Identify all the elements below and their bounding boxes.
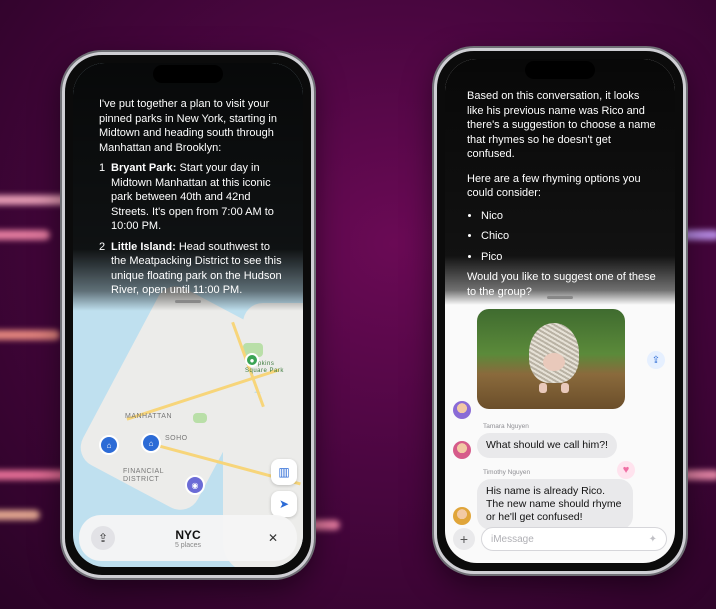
message-bubble[interactable]: His name is already Rico. The new name s… bbox=[477, 479, 633, 530]
map-label-financial: FINANCIAL DISTRICT bbox=[123, 468, 164, 483]
hedgehog-leg bbox=[539, 383, 547, 393]
panel-grabber[interactable] bbox=[547, 296, 573, 299]
park-area bbox=[193, 413, 207, 423]
left-phone: MANHATTAN Tompkins Square Park SOHO FINA… bbox=[62, 52, 314, 578]
light-streak bbox=[0, 330, 60, 340]
assistant-response-panel: Based on this conversation, it looks lik… bbox=[445, 59, 675, 305]
item-number: 2 bbox=[99, 240, 106, 253]
heart-reaction-icon[interactable]: ♥ bbox=[617, 461, 635, 479]
dynamic-island bbox=[153, 65, 223, 83]
light-streak bbox=[0, 230, 50, 240]
hedgehog-face bbox=[543, 353, 565, 371]
close-icon[interactable]: ✕ bbox=[261, 526, 285, 550]
map-pin-icon[interactable]: ⌂ bbox=[99, 435, 119, 455]
assistant-options-intro: Here are a few rhyming options you could… bbox=[467, 172, 641, 200]
sender-name: Tamara Nguyen bbox=[483, 423, 529, 430]
share-icon[interactable]: ⇪ bbox=[91, 526, 115, 550]
name-option: Nico bbox=[481, 209, 657, 224]
map-pin-icon[interactable]: ● bbox=[245, 353, 259, 367]
message-bubble[interactable]: What should we call him?! bbox=[477, 433, 617, 458]
hedgehog-photo[interactable] bbox=[477, 309, 625, 409]
light-streak bbox=[0, 510, 40, 520]
dynamic-island bbox=[525, 61, 595, 79]
item-title: Little Island: bbox=[111, 240, 176, 253]
card-title: NYC bbox=[175, 527, 201, 542]
microphone-icon[interactable]: ✦ bbox=[649, 534, 657, 545]
sender-name: Timothy Nguyen bbox=[483, 469, 531, 476]
item-title: Bryant Park: bbox=[111, 162, 177, 174]
compose-bar: + iMessage ✦ bbox=[453, 525, 667, 553]
plus-icon[interactable]: + bbox=[453, 528, 475, 550]
hedgehog-leg bbox=[561, 383, 569, 393]
plan-item: 1 Bryant Park: Start your day in Midtown… bbox=[99, 161, 283, 234]
avatar[interactable] bbox=[453, 441, 471, 459]
save-photo-icon[interactable]: ⇪ bbox=[647, 351, 665, 369]
panel-grabber[interactable] bbox=[175, 300, 201, 303]
maps-screen: MANHATTAN Tompkins Square Park SOHO FINA… bbox=[73, 63, 303, 567]
map-pin-icon[interactable]: ◉ bbox=[185, 475, 205, 495]
assistant-summary-text: Based on this conversation, it looks lik… bbox=[467, 90, 656, 160]
item-number: 1 bbox=[99, 162, 106, 174]
message-placeholder: iMessage bbox=[491, 533, 534, 545]
map-layers-icon[interactable]: ▥ bbox=[271, 459, 297, 485]
assistant-question-text: Would you like to suggest one of these t… bbox=[467, 271, 656, 298]
messages-screen: ⇪ Tamara Nguyen What should we call him?… bbox=[445, 59, 675, 563]
assistant-response-panel: I've put together a plan to visit your p… bbox=[73, 63, 303, 311]
name-option: Chico bbox=[481, 229, 657, 244]
location-arrow-icon[interactable]: ➤ bbox=[271, 491, 297, 517]
avatar[interactable] bbox=[453, 401, 471, 419]
assistant-intro-text: I've put together a plan to visit your p… bbox=[99, 98, 277, 154]
name-option: Pico bbox=[481, 250, 657, 265]
map-pin-icon[interactable]: ⌂ bbox=[141, 433, 161, 453]
places-card[interactable]: ⇪ NYC 5 places ✕ bbox=[79, 515, 297, 561]
card-subtitle: 5 places bbox=[174, 541, 202, 549]
message-input[interactable]: iMessage ✦ bbox=[481, 527, 667, 551]
light-streak bbox=[0, 195, 70, 205]
avatar[interactable] bbox=[453, 507, 471, 525]
plan-item: 2 Little Island: Head southwest to the M… bbox=[99, 240, 283, 298]
map-label-manhattan: MANHATTAN bbox=[125, 413, 173, 420]
map-label-soho: SOHO bbox=[165, 435, 188, 442]
right-phone: ⇪ Tamara Nguyen What should we call him?… bbox=[434, 48, 686, 574]
